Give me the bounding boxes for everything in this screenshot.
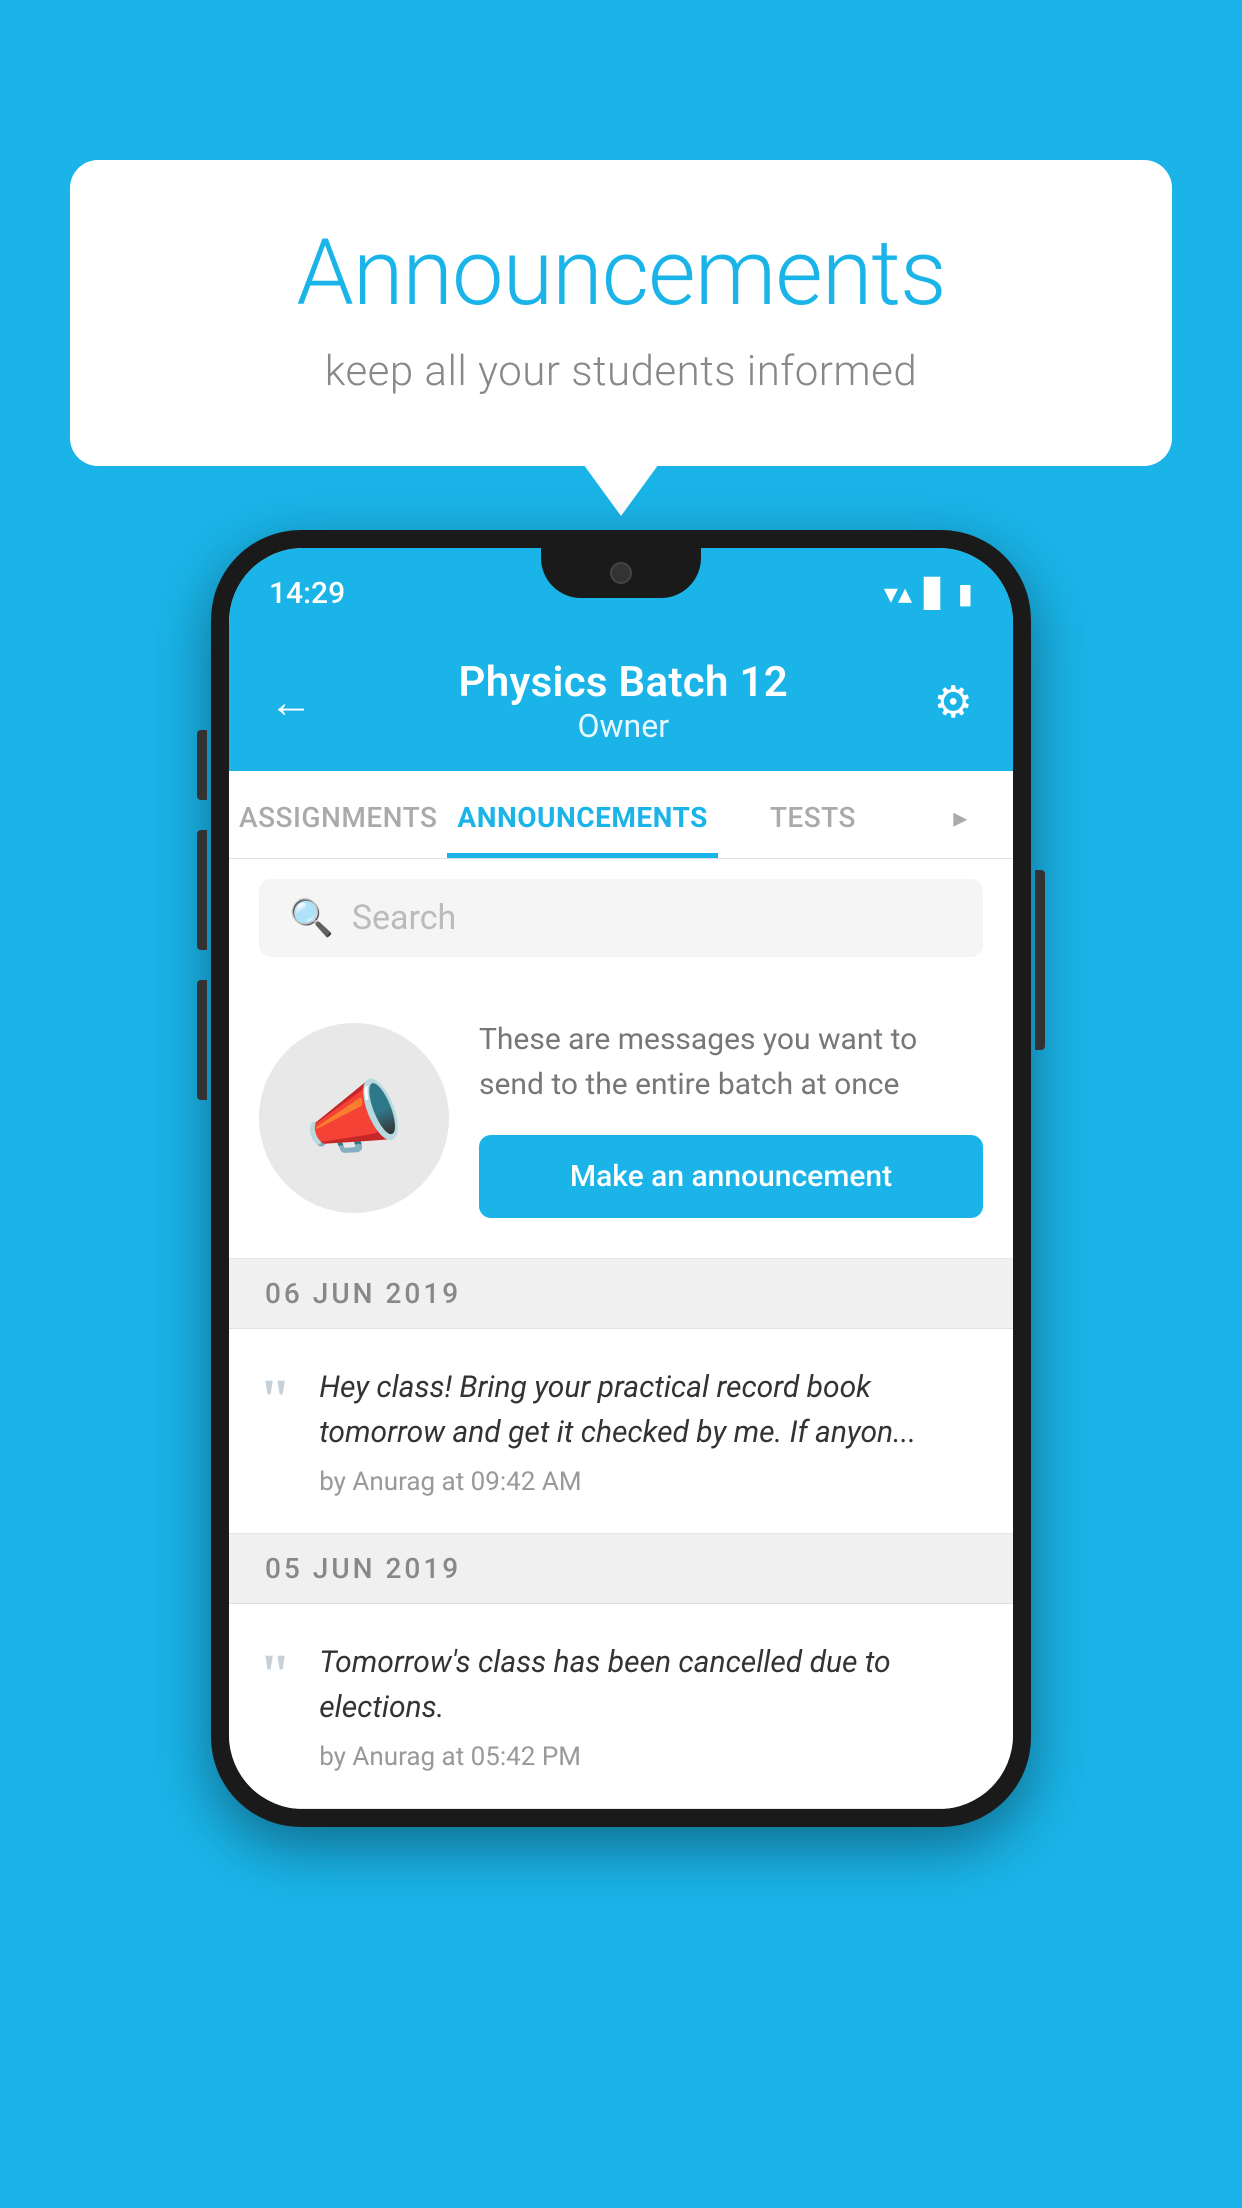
tabs-row: ASSIGNMENTS ANNOUNCEMENTS TESTS ▸ [229, 771, 1013, 859]
app-header: ← Physics Batch 12 Owner ⚙ [229, 638, 1013, 771]
settings-icon[interactable]: ⚙ [934, 676, 973, 728]
phone-side-button-volume-up [197, 830, 207, 950]
date-separator-1: 05 JUN 2019 [229, 1534, 1013, 1604]
battery-icon: ▮ [958, 577, 973, 610]
back-button[interactable]: ← [269, 676, 313, 728]
wifi-icon: ▾▴ [884, 577, 912, 610]
announcement-meta-0: by Anurag at 09:42 AM [319, 1467, 983, 1497]
quote-icon-0: " [259, 1371, 291, 1429]
status-icons: ▾▴ ▊ ▮ [884, 577, 973, 610]
search-container: 🔍 Search [229, 859, 1013, 977]
speech-bubble-section: Announcements keep all your students inf… [70, 160, 1172, 466]
quote-icon-1: " [259, 1646, 291, 1704]
promo-icon-circle: 📣 [259, 1023, 449, 1213]
tab-announcements[interactable]: ANNOUNCEMENTS [447, 771, 717, 858]
search-bar[interactable]: 🔍 Search [259, 879, 983, 957]
status-time: 14:29 [269, 576, 345, 611]
megaphone-icon: 📣 [304, 1071, 404, 1165]
phone-notch [541, 548, 701, 598]
announcement-text-1: Tomorrow's class has been cancelled due … [319, 1640, 983, 1730]
header-center: Physics Batch 12 Owner [458, 658, 788, 745]
announcement-item-0: " Hey class! Bring your practical record… [229, 1329, 1013, 1534]
speech-bubble-card: Announcements keep all your students inf… [70, 160, 1172, 466]
header-title: Physics Batch 12 [458, 658, 788, 707]
announcement-item-1: " Tomorrow's class has been cancelled du… [229, 1604, 1013, 1809]
phone-side-button-volume-silent [197, 730, 207, 800]
bubble-subtitle: keep all your students informed [150, 347, 1092, 396]
announcement-content-1: Tomorrow's class has been cancelled due … [319, 1640, 983, 1772]
bubble-title: Announcements [150, 220, 1092, 327]
phone-mockup: 14:29 ▾▴ ▊ ▮ ← Physics Batch 12 Owner ⚙ [211, 530, 1031, 1827]
promo-description: These are messages you want to send to t… [479, 1017, 983, 1107]
search-icon: 🔍 [289, 897, 334, 939]
announcement-content-0: Hey class! Bring your practical record b… [319, 1365, 983, 1497]
phone-side-button-volume-down [197, 980, 207, 1100]
tab-tests[interactable]: TESTS [718, 771, 908, 858]
tab-assignments[interactable]: ASSIGNMENTS [229, 771, 447, 858]
announcement-promo: 📣 These are messages you want to send to… [229, 977, 1013, 1259]
announcement-meta-1: by Anurag at 05:42 PM [319, 1742, 983, 1772]
phone-screen: 14:29 ▾▴ ▊ ▮ ← Physics Batch 12 Owner ⚙ [229, 548, 1013, 1809]
signal-icon: ▊ [924, 577, 946, 610]
phone-side-button-power [1035, 870, 1045, 1050]
phone-outer: 14:29 ▾▴ ▊ ▮ ← Physics Batch 12 Owner ⚙ [211, 530, 1031, 1827]
status-bar: 14:29 ▾▴ ▊ ▮ [229, 548, 1013, 638]
announcement-text-0: Hey class! Bring your practical record b… [319, 1365, 983, 1455]
date-separator-0: 06 JUN 2019 [229, 1259, 1013, 1329]
make-announcement-button[interactable]: Make an announcement [479, 1135, 983, 1218]
camera-dot [610, 562, 632, 584]
search-placeholder: Search [352, 898, 953, 938]
tab-more[interactable]: ▸ [908, 771, 1013, 858]
promo-right: These are messages you want to send to t… [479, 1017, 983, 1218]
header-subtitle: Owner [458, 707, 788, 745]
